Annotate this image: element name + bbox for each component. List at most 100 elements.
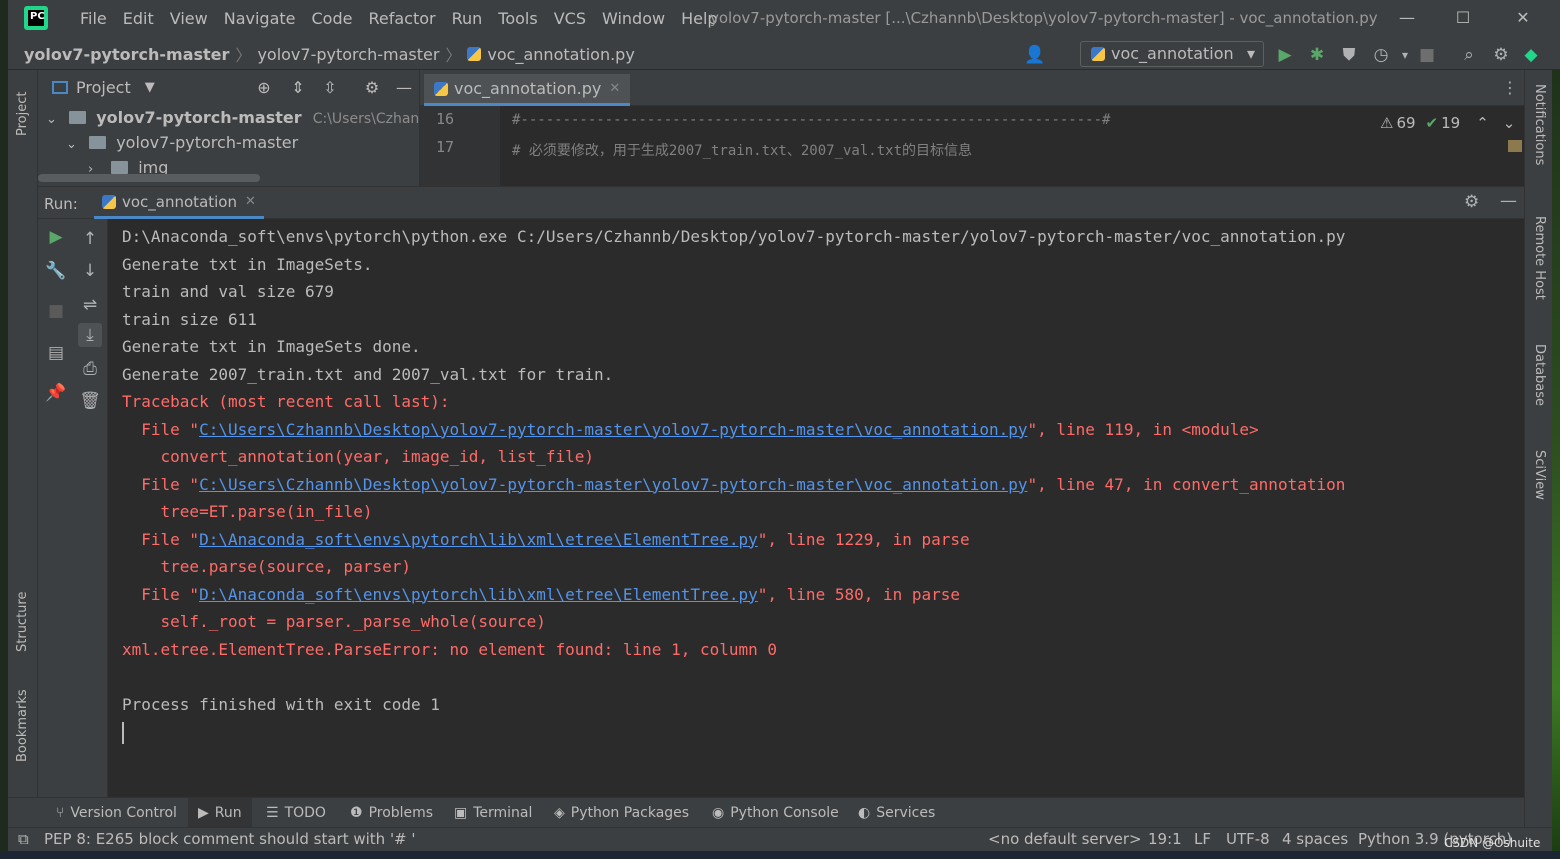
console-line: Generate txt in ImageSets done. <box>122 337 421 356</box>
menu-refactor[interactable]: Refactor <box>360 0 443 38</box>
status-server[interactable]: <no default server> <box>988 828 1142 850</box>
database-tool-tab[interactable]: Database <box>1529 344 1549 434</box>
run-config-label: voc_annotation <box>1111 44 1234 63</box>
status-encoding[interactable]: UTF-8 <box>1226 828 1270 850</box>
run-toolbar-secondary: ↑ ↓ ⇌ ⤓ ⎙ 🗑 <box>72 219 108 797</box>
print-icon[interactable]: ⎙ <box>78 357 102 381</box>
inspection-widget[interactable]: ⚠ 69 ✔ 19 ⌃ ⌄ <box>1380 114 1515 132</box>
chevron-up-icon[interactable]: ⌃ <box>1476 114 1489 132</box>
arrow-up-icon[interactable]: ↑ <box>78 227 102 251</box>
menu-navigate[interactable]: Navigate <box>216 0 304 38</box>
debug-icon[interactable]: ✱ <box>1306 44 1328 66</box>
console-line: D:\Anaconda_soft\envs\pytorch\python.exe… <box>122 227 1346 246</box>
status-position[interactable]: 19:1 <box>1148 828 1182 850</box>
arrow-down-icon[interactable]: ↓ <box>78 259 102 283</box>
close-tab-icon[interactable]: ✕ <box>245 186 256 218</box>
pin-icon[interactable]: 📌 <box>44 381 68 405</box>
traceback-code: self._root = parser._parse_whole(source) <box>122 612 546 631</box>
menu-file[interactable]: File <box>72 0 115 38</box>
status-message[interactable]: PEP 8: E265 block comment should start w… <box>44 828 416 850</box>
locate-icon[interactable]: ⊕ <box>254 78 274 98</box>
more-icon[interactable]: ⋮ <box>1502 78 1518 97</box>
stop-icon[interactable]: ■ <box>44 299 68 323</box>
tab-python-packages[interactable]: ◈ Python Packages <box>548 798 695 828</box>
line-number: 16 <box>436 110 455 128</box>
bookmarks-tool-tab[interactable]: Bookmarks <box>8 689 38 780</box>
traceback-code: tree.parse(source, parser) <box>122 557 411 576</box>
settings-icon[interactable]: ⚙ <box>1490 44 1512 66</box>
breadcrumb-root[interactable]: yolov7-pytorch-master <box>24 45 229 64</box>
chevron-down-icon[interactable]: ▾ <box>1394 44 1416 66</box>
wrench-icon[interactable]: 🔧 <box>44 259 68 283</box>
run-icon[interactable]: ▶ <box>1274 44 1296 66</box>
expand-all-icon[interactable]: ⇕ <box>288 78 308 98</box>
scroll-to-end-icon[interactable]: ⤓ <box>78 323 102 347</box>
notifications-tool-tab[interactable]: Notifications <box>1529 84 1549 194</box>
gear-icon[interactable]: ⚙ <box>1464 192 1479 212</box>
line-gutter: 16 17 <box>420 106 500 186</box>
text-caret <box>122 721 124 744</box>
menu-tools[interactable]: Tools <box>490 0 545 38</box>
tab-todo[interactable]: ☰ TODO <box>260 798 332 828</box>
chevron-down-icon[interactable]: ⌄ <box>1503 114 1516 132</box>
tab-run[interactable]: ▶ Run <box>188 798 252 828</box>
menu-run[interactable]: Run <box>444 0 491 38</box>
trash-icon[interactable]: 🗑 <box>78 389 102 413</box>
soft-wrap-icon[interactable]: ⇌ <box>78 293 102 317</box>
run-config-selector[interactable]: voc_annotation <box>1080 41 1264 67</box>
stop-icon[interactable]: ■ <box>1416 44 1438 66</box>
sciview-tool-tab[interactable]: SciView <box>1529 450 1549 530</box>
menu-edit[interactable]: Edit <box>115 0 162 38</box>
editor-tab-voc-annotation[interactable]: voc_annotation.py ✕ <box>424 74 631 106</box>
tab-problems[interactable]: ❶ Problems <box>344 798 439 828</box>
breadcrumb-folder[interactable]: yolov7-pytorch-master <box>257 45 439 64</box>
traceback-file-link[interactable]: D:\Anaconda_soft\envs\pytorch\lib\xml\et… <box>199 530 758 549</box>
project-view-selector[interactable]: Project ▼ <box>52 78 155 97</box>
tree-item-child[interactable]: ⌄ yolov7-pytorch-master <box>66 131 298 155</box>
tab-terminal[interactable]: ▣ Terminal <box>448 798 538 828</box>
minimize-button[interactable]: — <box>1392 4 1422 32</box>
error-stripe-marker[interactable] <box>1508 140 1522 152</box>
status-line-separator[interactable]: LF <box>1194 828 1211 850</box>
status-bar: ⧉ PEP 8: E265 block comment should start… <box>8 827 1552 851</box>
code-line: # 必须要修改，用于生成2007_train.txt、2007_val.txt的… <box>512 143 973 159</box>
coverage-icon[interactable]: ⛊ <box>1338 44 1360 66</box>
update-icon[interactable]: ◆ <box>1520 44 1542 66</box>
terminal-icon: ▣ <box>454 805 468 821</box>
tab-python-console[interactable]: ◉ Python Console <box>706 798 845 828</box>
menu-view[interactable]: View <box>162 0 216 38</box>
code-line: #---------------------------------------… <box>512 112 1111 128</box>
tree-item-root[interactable]: ⌄ yolov7-pytorch-master C:\Users\Czhannb… <box>46 106 461 130</box>
console-input-line[interactable] <box>122 718 1524 746</box>
run-console-output[interactable]: D:\Anaconda_soft\envs\pytorch\python.exe… <box>108 219 1524 797</box>
structure-tool-tab[interactable]: Structure <box>8 580 38 670</box>
panel-toggle-icon[interactable]: ⧉ <box>18 828 29 850</box>
gear-icon[interactable]: ⚙ <box>362 78 382 98</box>
horizontal-scrollbar[interactable] <box>38 174 260 182</box>
traceback-file-link[interactable]: D:\Anaconda_soft\envs\pytorch\lib\xml\et… <box>199 585 758 604</box>
traceback-file-link[interactable]: C:\Users\Czhannb\Desktop\yolov7-pytorch-… <box>199 420 1027 439</box>
layout-icon[interactable]: ▤ <box>44 341 68 365</box>
status-indent[interactable]: 4 spaces <box>1282 828 1348 850</box>
traceback-file-link[interactable]: C:\Users\Czhannb\Desktop\yolov7-pytorch-… <box>199 475 1027 494</box>
profile-icon[interactable]: ◷ <box>1370 44 1392 66</box>
menu-code[interactable]: Code <box>304 0 361 38</box>
tab-services[interactable]: ◐ Services <box>852 798 941 828</box>
project-tool-tab[interactable]: Project <box>8 78 38 158</box>
hide-icon[interactable]: — <box>1500 191 1517 211</box>
code-editor[interactable]: 16 17 #---------------------------------… <box>420 106 1524 186</box>
menu-vcs[interactable]: VCS <box>546 0 594 38</box>
hide-icon[interactable]: — <box>394 78 414 98</box>
close-tab-icon[interactable]: ✕ <box>609 75 620 103</box>
search-icon[interactable]: ⌕ <box>1458 44 1480 66</box>
collapse-all-icon[interactable]: ⇳ <box>320 78 340 98</box>
maximize-button[interactable]: ☐ <box>1448 4 1478 32</box>
tab-version-control[interactable]: ⑂ Version Control <box>50 798 183 828</box>
menu-window[interactable]: Window <box>594 0 673 38</box>
close-button[interactable]: ✕ <box>1508 4 1538 32</box>
run-tab-voc-annotation[interactable]: voc_annotation ✕ <box>94 187 264 219</box>
user-icon[interactable]: 👤 <box>1024 44 1046 66</box>
rerun-icon[interactable]: ▶ <box>44 225 68 249</box>
breadcrumb-file[interactable]: voc_annotation.py <box>487 45 634 64</box>
remote-host-tool-tab[interactable]: Remote Host <box>1529 216 1549 326</box>
